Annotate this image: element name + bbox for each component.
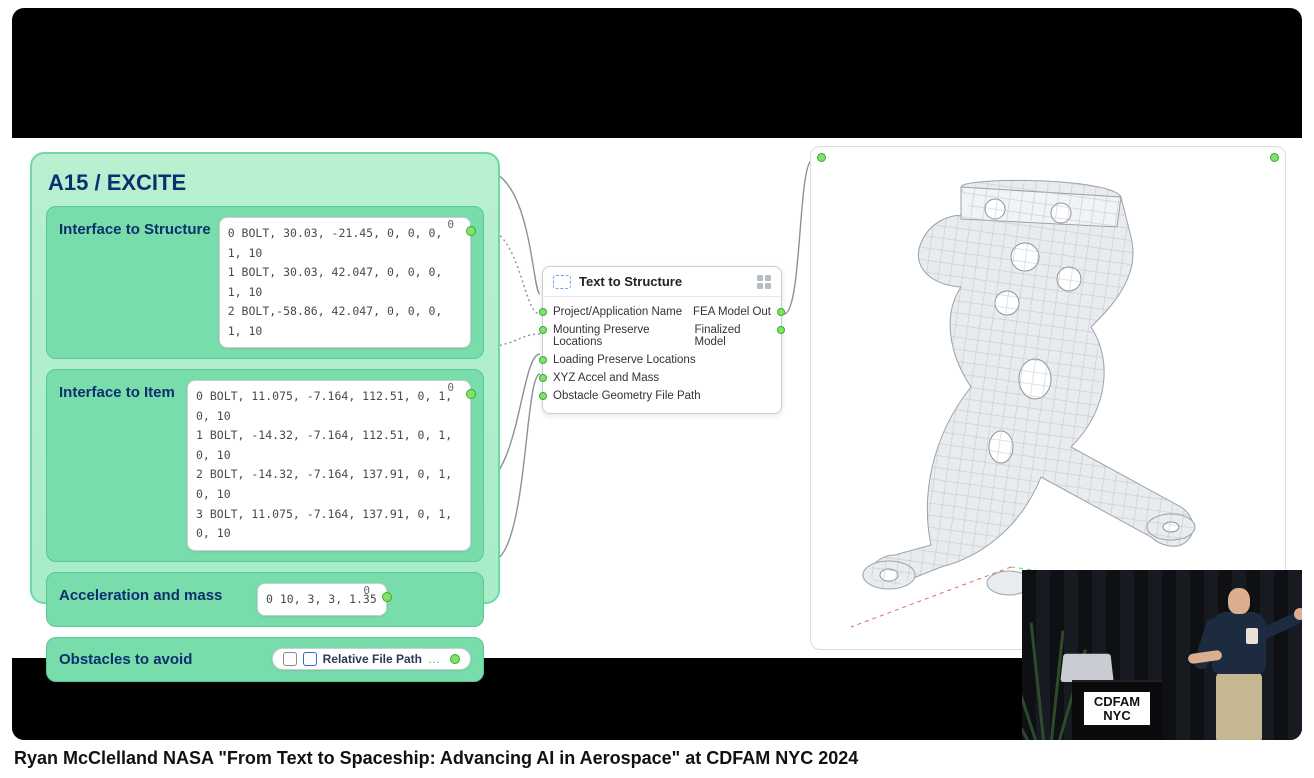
section-interface-structure: Interface to Structure 0 0 BOLT, 30.03, …: [46, 206, 484, 359]
node-title: Text to Structure: [579, 274, 682, 289]
node-header[interactable]: Text to Structure: [543, 267, 781, 297]
node-output-label: FEA Model Out: [693, 306, 771, 318]
node-text-to-structure[interactable]: Text to Structure Project/Application Na…: [542, 266, 782, 414]
list-icon: [283, 652, 297, 666]
input-port-icon[interactable]: [539, 308, 547, 316]
node-output-label: Finalized Model: [694, 324, 771, 348]
node-input-label: Project/Application Name: [553, 306, 682, 318]
input-port-icon[interactable]: [539, 374, 547, 382]
node-type-icon: [553, 275, 571, 289]
podium-sign-line2: NYC: [1103, 708, 1130, 723]
section-obstacles: Obstacles to avoid Relative File Path …: [46, 637, 484, 682]
code-row: 0 10, 3, 3, 1.35: [266, 590, 378, 610]
video-frame: A15-EXCITE A15 / EXCITE Interface to Str…: [12, 8, 1302, 740]
node-port-row: Project/Application Name FEA Model Out: [553, 303, 771, 321]
node-body: Project/Application Name FEA Model Out M…: [543, 297, 781, 413]
output-port-icon[interactable]: [466, 226, 476, 236]
video-caption: Ryan McClelland NASA "From Text to Space…: [12, 748, 1302, 769]
output-port-icon[interactable]: [382, 592, 392, 602]
header-index: 0: [447, 379, 454, 398]
output-port-icon[interactable]: [450, 654, 460, 664]
code-card-item[interactable]: 0 0 BOLT, 11.075, -7.164, 112.51, 0, 1, …: [187, 380, 471, 550]
node-port-row: Obstacle Geometry File Path: [553, 387, 771, 405]
output-port-icon[interactable]: [777, 308, 785, 316]
code-row: 3 BOLT, 11.075, -7.164, 137.91, 0, 1, 0,…: [196, 505, 462, 544]
code-row: 2 BOLT, -14.32, -7.164, 137.91, 0, 1, 0,…: [196, 465, 462, 504]
code-card-accel[interactable]: 0 0 10, 3, 3, 1.35: [257, 583, 387, 617]
file-path-label: Relative File Path: [323, 652, 422, 666]
code-row: 0 BOLT, 30.03, -21.45, 0, 0, 0, 1, 10: [228, 224, 462, 263]
code-row: 1 BOLT, -14.32, -7.164, 112.51, 0, 1, 0,…: [196, 426, 462, 465]
file-icon: [303, 652, 317, 666]
node-input-label: Mounting Preserve Locations: [553, 324, 694, 348]
port-dot-icon: [1270, 153, 1279, 162]
input-port-icon[interactable]: [539, 326, 547, 334]
node-port-row: XYZ Accel and Mass: [553, 369, 771, 387]
section-label: Interface to Item: [59, 380, 179, 401]
node-port-row: Mounting Preserve Locations Finalized Mo…: [553, 321, 771, 351]
podium-sign: CDFAM NYC: [1084, 692, 1150, 725]
section-interface-item: Interface to Item 0 0 BOLT, 11.075, -7.1…: [46, 369, 484, 561]
grid-menu-icon[interactable]: [757, 275, 771, 289]
node-port-row: Loading Preserve Locations: [553, 351, 771, 369]
code-card-structure[interactable]: 0 0 BOLT, 30.03, -21.45, 0, 0, 0, 1, 10 …: [219, 217, 471, 348]
file-path-pill[interactable]: Relative File Path …: [272, 648, 471, 670]
input-port-icon[interactable]: [817, 153, 826, 162]
code-row: 0 BOLT, 11.075, -7.164, 112.51, 0, 1, 0,…: [196, 387, 462, 426]
podium: CDFAM NYC: [1072, 680, 1162, 740]
output-port-icon[interactable]: [777, 326, 785, 334]
speaker-video-pip: CDFAM NYC: [1022, 570, 1302, 740]
node-input-label: XYZ Accel and Mass: [553, 372, 659, 384]
parameters-panel: A15 / EXCITE Interface to Structure 0 0 …: [30, 152, 500, 604]
section-acceleration-mass: Acceleration and mass 0 0 10, 3, 3, 1.35: [46, 572, 484, 628]
header-index: 0: [447, 216, 454, 235]
laptop: [1060, 654, 1113, 682]
node-input-label: Obstacle Geometry File Path: [553, 390, 701, 402]
section-label: Obstacles to avoid: [59, 651, 199, 668]
header-index: 0: [363, 582, 370, 601]
input-port-icon[interactable]: [539, 356, 547, 364]
section-label: Interface to Structure: [59, 217, 211, 238]
code-row: 1 BOLT, 30.03, 42.047, 0, 0, 0, 1, 10: [228, 263, 462, 302]
input-port-icon[interactable]: [539, 392, 547, 400]
panel-title: A15 / EXCITE: [48, 170, 482, 196]
code-row: 2 BOLT,-58.86, 42.047, 0, 0, 0, 1, 10: [228, 302, 462, 341]
section-label: Acceleration and mass: [59, 583, 249, 604]
output-port-icon[interactable]: [466, 389, 476, 399]
speaker-figure: [1194, 580, 1284, 740]
node-input-label: Loading Preserve Locations: [553, 354, 696, 366]
